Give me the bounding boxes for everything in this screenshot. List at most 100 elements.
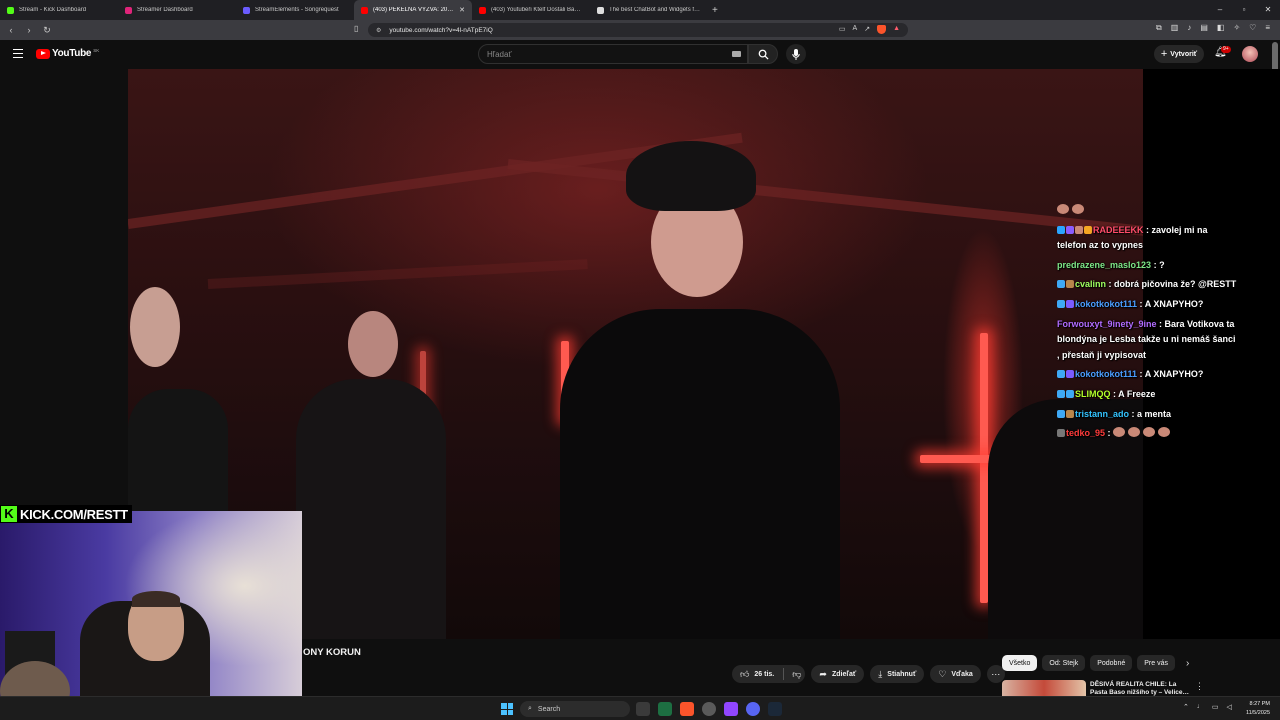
url-text: youtube.com/watch?v=4l-nATpE7iQ bbox=[389, 26, 493, 34]
site-info-icon[interactable]: ⚙ bbox=[376, 27, 381, 34]
brave-icon[interactable] bbox=[680, 702, 694, 716]
chat-badge-icon bbox=[1057, 429, 1065, 438]
recommended-video-title[interactable]: DĚSIVÁ REALITA CHILE: La Pasta Baso nižš… bbox=[1090, 681, 1190, 697]
filter-chip[interactable]: Podobné bbox=[1090, 655, 1133, 671]
guide-menu-icon[interactable] bbox=[13, 49, 23, 58]
thanks-button[interactable]: ♡ Vďaka bbox=[930, 665, 981, 683]
volume-icon[interactable]: ◁ bbox=[1227, 703, 1232, 711]
chat-username: cvalinn bbox=[1075, 279, 1107, 290]
chat-separator: : bbox=[1137, 298, 1145, 309]
leo-icon[interactable]: ✧ bbox=[1233, 23, 1240, 33]
person-middle-head bbox=[348, 311, 398, 377]
thumbs-up-icon: 👍︎ bbox=[740, 668, 750, 679]
task-view-icon[interactable] bbox=[636, 702, 650, 716]
music-icon[interactable]: ♪ bbox=[1187, 23, 1191, 33]
recommended-video-thumbnail[interactable] bbox=[1002, 680, 1086, 696]
chat-username: RADEEEKK bbox=[1093, 224, 1144, 235]
network-icon[interactable]: ▭ bbox=[1212, 703, 1219, 711]
menu-icon[interactable]: ≡ bbox=[1265, 23, 1270, 33]
share-icon[interactable]: ↗ bbox=[864, 25, 870, 34]
forward-icon[interactable]: › bbox=[22, 25, 36, 35]
create-button[interactable]: + Vytvoriť bbox=[1154, 45, 1204, 63]
chat-badge-icon bbox=[1057, 409, 1065, 418]
tab-favicon-icon bbox=[125, 6, 132, 14]
youtube-wordmark: YouTube bbox=[52, 48, 92, 59]
browser-tab[interactable]: The best ChatBot and Widgets for Ki… bbox=[590, 0, 708, 20]
mic-tray-icon[interactable]: ♩ bbox=[1197, 703, 1204, 711]
tab-title: The best ChatBot and Widgets for Ki… bbox=[609, 7, 701, 13]
chat-separator: : bbox=[1129, 408, 1138, 419]
chat-text: ? bbox=[1159, 259, 1165, 270]
taskbar-search-label: Search bbox=[537, 705, 561, 713]
sidebar-icon[interactable]: ▥ bbox=[1171, 23, 1179, 33]
search-button[interactable] bbox=[748, 44, 778, 64]
cast-icon[interactable]: ▭ bbox=[839, 25, 846, 34]
address-bar[interactable]: ⚙ youtube.com/watch?v=4l-nATpE7iQ ▭ A ↗ … bbox=[368, 23, 908, 37]
filter-chip[interactable]: Od: Stejk bbox=[1042, 655, 1086, 671]
minimize-icon[interactable]: – bbox=[1208, 0, 1232, 20]
rewards-icon[interactable]: ▲ bbox=[893, 25, 900, 34]
plus-icon: + bbox=[1160, 48, 1168, 60]
back-icon[interactable]: ‹ bbox=[4, 25, 18, 35]
notification-badge: 9+ bbox=[1221, 46, 1231, 53]
bookmark-icon[interactable]: ▯ bbox=[354, 24, 358, 33]
chevron-right-icon[interactable]: › bbox=[1186, 658, 1189, 669]
tab-title: (403) PEKELNÁ VÝZVA: 20 YO… bbox=[373, 7, 454, 13]
xbox-icon[interactable] bbox=[658, 702, 672, 716]
close-tab-icon[interactable]: ✕ bbox=[459, 6, 465, 14]
search-input[interactable]: Hľadať bbox=[478, 44, 748, 64]
translate-icon[interactable]: A bbox=[853, 25, 858, 34]
extension-icon[interactable]: ⧉ bbox=[1156, 23, 1162, 33]
recommended-video-menu-icon[interactable]: ⋮ bbox=[1195, 681, 1204, 692]
steam-icon[interactable] bbox=[768, 702, 782, 716]
clock-date: 11/5/2025 bbox=[1245, 710, 1270, 716]
person-left-head bbox=[130, 287, 180, 367]
download-button[interactable]: ⤓ Stiahnuť bbox=[870, 665, 925, 683]
taskbar-apps bbox=[636, 702, 782, 716]
vpn-icon[interactable]: ♡ bbox=[1249, 23, 1256, 33]
chat-badge-icon bbox=[1066, 280, 1074, 289]
tray-overflow-icon[interactable]: ⌃ bbox=[1183, 703, 1189, 711]
chat-message: SLIMQQ : A Freeze bbox=[1057, 387, 1237, 403]
browser-tab[interactable]: StreamElements - Songrequest bbox=[236, 0, 354, 20]
thumbs-down-icon[interactable]: 👎︎ bbox=[792, 669, 801, 680]
filter-chip[interactable]: Pre vás bbox=[1137, 655, 1175, 671]
browser-tab[interactable]: (403) PEKELNÁ VÝZVA: 20 YO… ✕ bbox=[354, 0, 472, 20]
system-clock[interactable]: 8:27 PM 11/5/2025 bbox=[1240, 700, 1270, 718]
filter-chip[interactable]: Všetko bbox=[1002, 655, 1038, 671]
browser-tab[interactable]: Streamer Dashboard bbox=[118, 0, 236, 20]
chat-username: kokotkokot111 bbox=[1075, 298, 1138, 309]
create-label: Vytvoriť bbox=[1170, 50, 1198, 58]
share-arrow-icon: ➦ bbox=[819, 668, 827, 679]
obs-icon[interactable] bbox=[702, 702, 716, 716]
browser-tab[interactable]: (403) Youtubeři Ktelf Dostali Ban (a P… bbox=[472, 0, 590, 20]
chat-username: tedko_95 bbox=[1066, 428, 1106, 439]
chat-message: kokotkokot111 : A XNAPYHO? bbox=[1057, 367, 1237, 383]
ceiling-beam bbox=[207, 259, 588, 289]
tab-title: Streamer Dashboard bbox=[137, 7, 193, 13]
window-controls: – ▫ ✕ bbox=[1208, 0, 1280, 20]
keyboard-icon[interactable] bbox=[732, 51, 741, 57]
discord-icon[interactable] bbox=[746, 702, 760, 716]
chat-text: dobrá pičovina že? @RESTT bbox=[1114, 279, 1237, 290]
windows-start-icon[interactable] bbox=[501, 703, 513, 715]
chat-badge-icon bbox=[1066, 299, 1074, 308]
taskbar-search[interactable]: ⌕ Search bbox=[520, 701, 630, 717]
reload-icon[interactable]: ↻ bbox=[40, 25, 54, 36]
brave-shield-icon[interactable] bbox=[877, 25, 887, 34]
account-avatar[interactable] bbox=[1242, 46, 1258, 62]
voice-search-button[interactable] bbox=[786, 44, 806, 64]
like-button[interactable]: 👍︎ 26 tis. 👎︎ bbox=[732, 665, 806, 683]
chip-list: Všetko Od: Stejk Podobné Pre vás bbox=[1002, 655, 1175, 671]
reader-icon[interactable]: ▤ bbox=[1200, 23, 1208, 33]
streamer-hair bbox=[132, 591, 180, 607]
wallet-icon[interactable]: ◧ bbox=[1217, 23, 1225, 33]
share-button[interactable]: ➦ Zdieľať bbox=[811, 665, 865, 683]
new-tab-button[interactable]: + bbox=[712, 5, 718, 16]
maximize-icon[interactable]: ▫ bbox=[1232, 0, 1256, 20]
twitch-icon[interactable] bbox=[724, 702, 738, 716]
youtube-logo[interactable]: YouTube SK bbox=[36, 48, 99, 59]
close-window-icon[interactable]: ✕ bbox=[1256, 0, 1280, 20]
chat-text: A XNAPYHO? bbox=[1144, 298, 1204, 309]
browser-tab[interactable]: Stream - Kick Dashboard bbox=[0, 0, 118, 20]
